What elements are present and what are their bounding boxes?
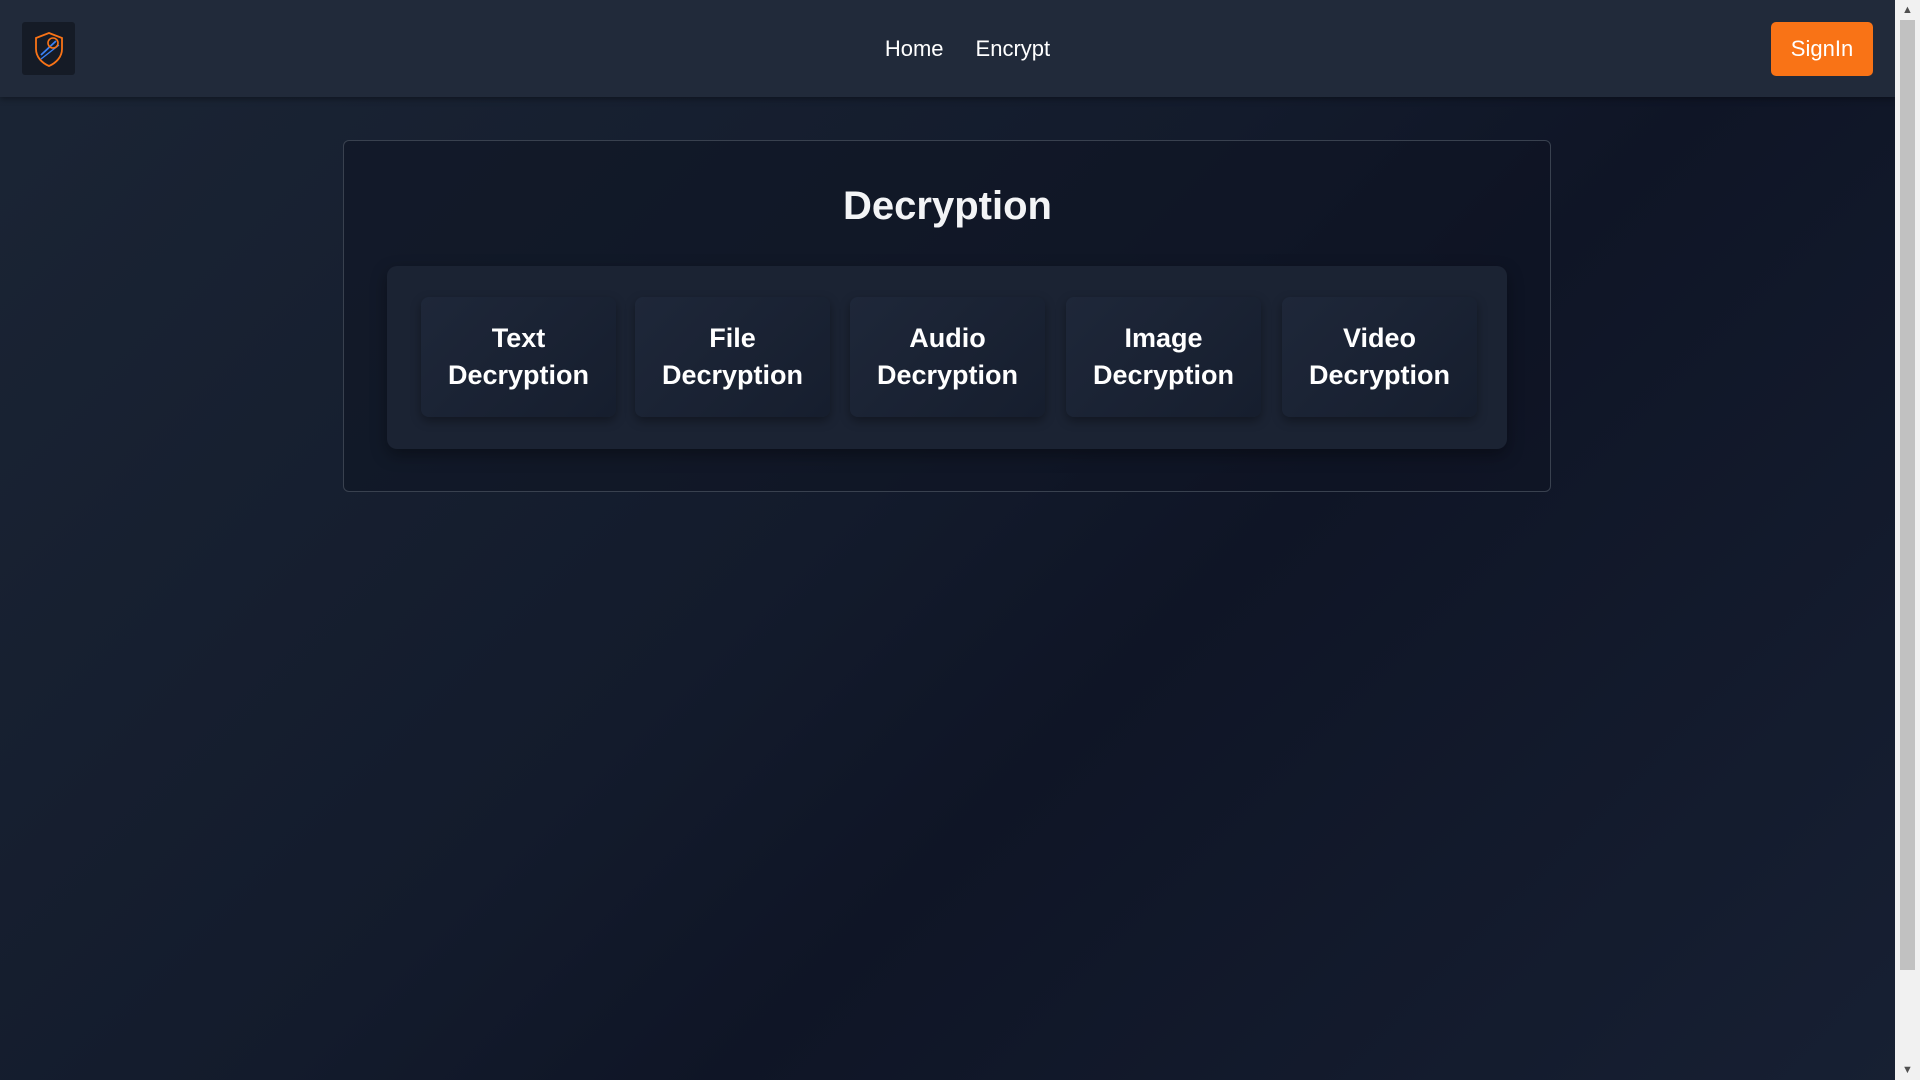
page: Home Encrypt SignIn Decryption Text Decr… <box>0 0 1895 1080</box>
file-decryption-option[interactable]: File Decryption <box>635 297 830 417</box>
audio-decryption-option[interactable]: Audio Decryption <box>850 297 1045 417</box>
image-decryption-option[interactable]: Image Decryption <box>1066 297 1261 417</box>
navbar: Home Encrypt SignIn <box>0 0 1895 97</box>
nav-links: Home Encrypt <box>0 0 1895 97</box>
nav-link-encrypt[interactable]: Encrypt <box>976 36 1051 62</box>
video-decryption-option[interactable]: Video Decryption <box>1282 297 1477 417</box>
scroll-down-arrow-icon[interactable]: ▼ <box>1895 1060 1920 1080</box>
signin-button[interactable]: SignIn <box>1771 22 1873 76</box>
vertical-scrollbar[interactable]: ▲ ▼ <box>1895 0 1920 1080</box>
page-title: Decryption <box>843 184 1052 228</box>
nav-link-home[interactable]: Home <box>885 36 944 62</box>
text-decryption-option[interactable]: Text Decryption <box>421 297 616 417</box>
scroll-up-arrow-icon[interactable]: ▲ <box>1895 0 1920 20</box>
scroll-thumb[interactable] <box>1900 20 1915 970</box>
